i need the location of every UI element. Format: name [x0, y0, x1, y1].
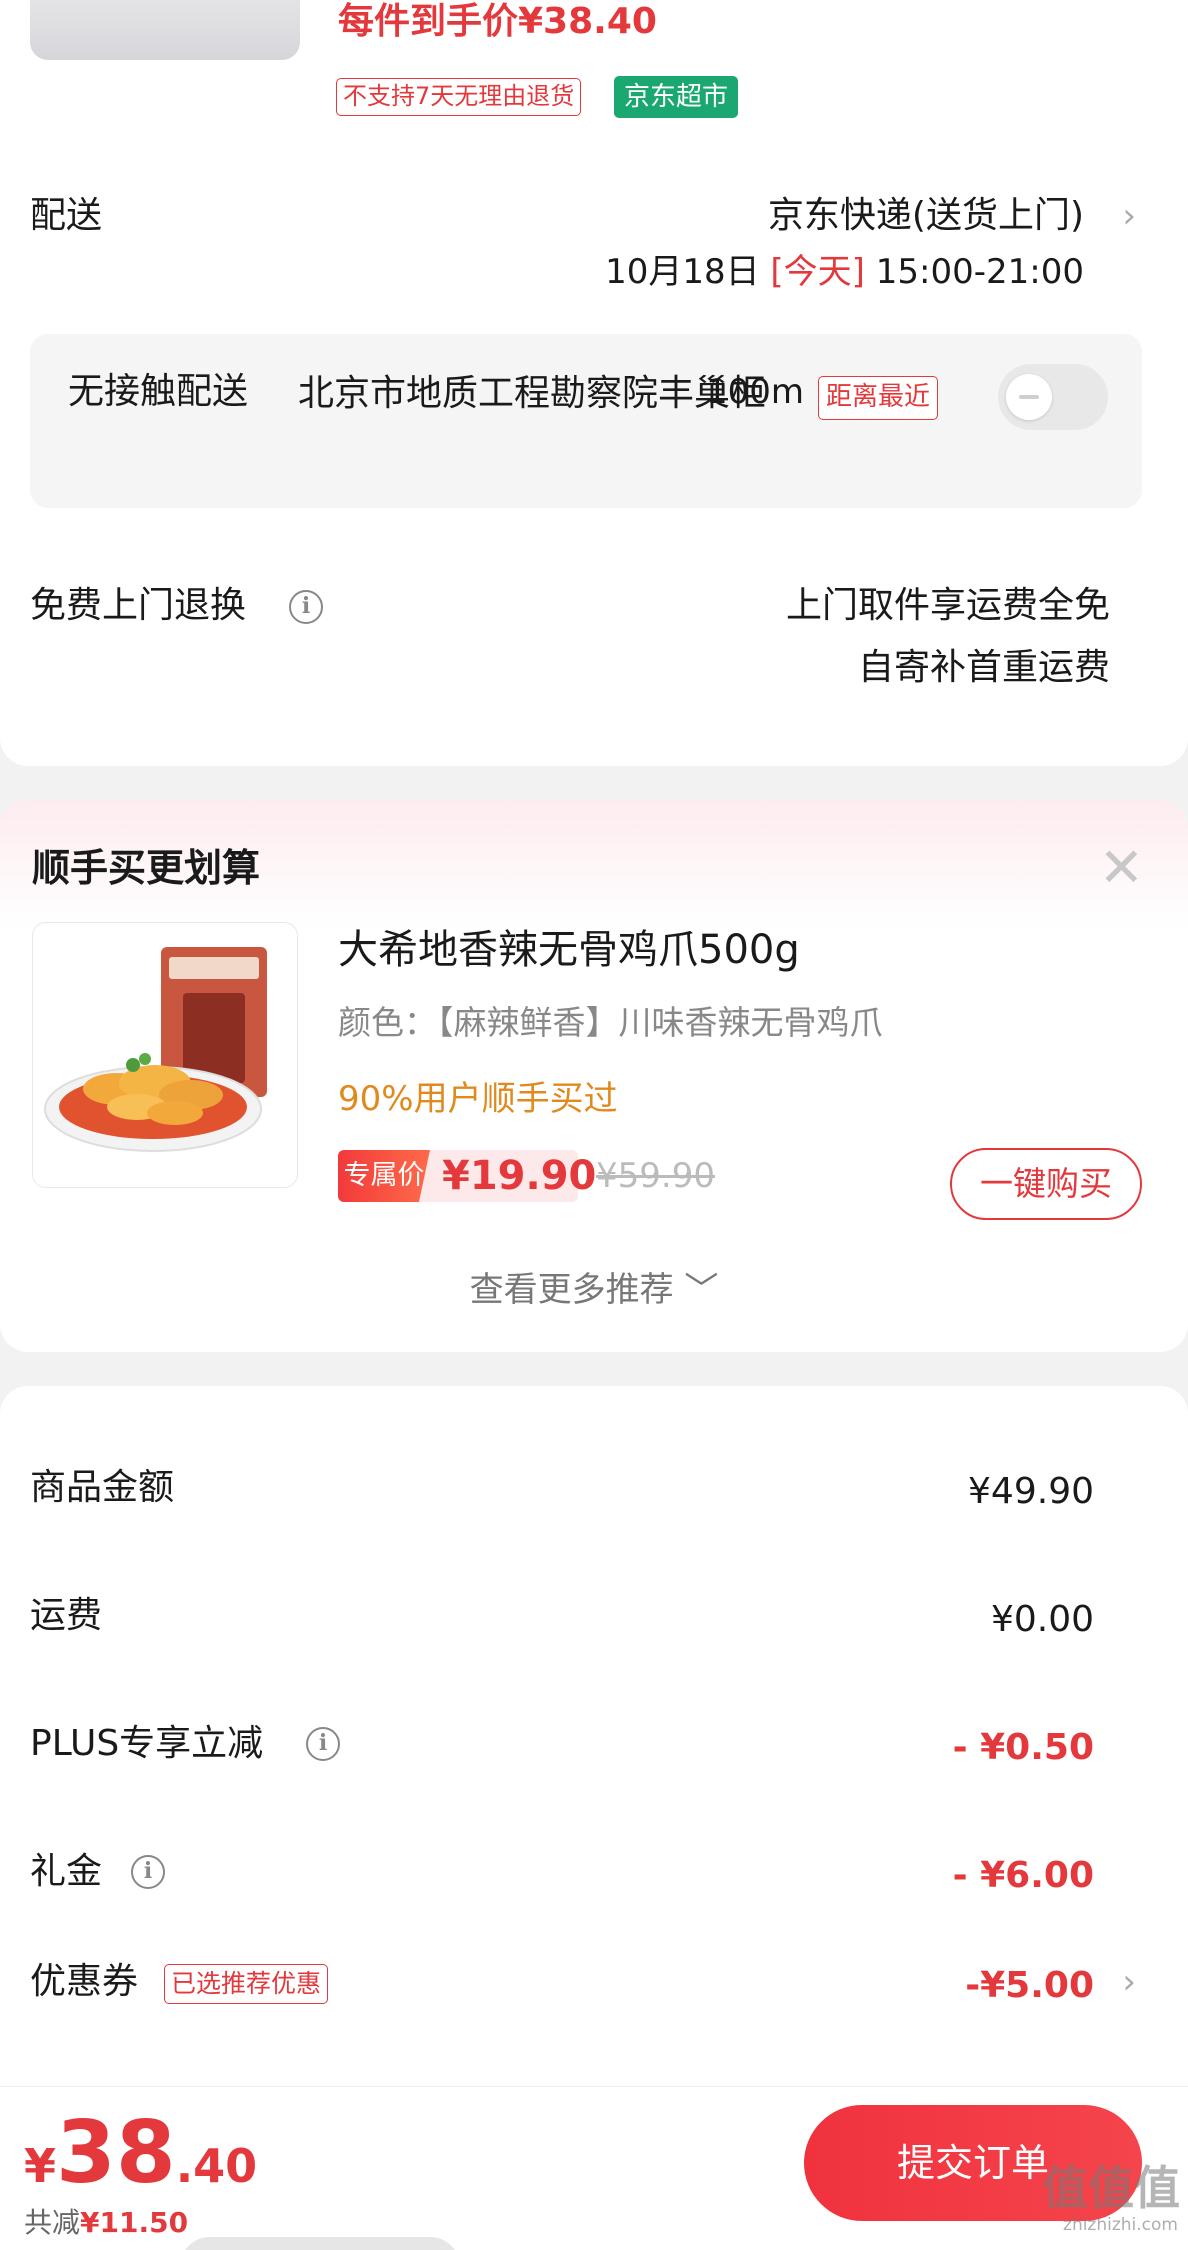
return-pickup-text: 上门取件享运费全免: [785, 585, 1110, 626]
summary-plus-label: PLUS专享立减: [30, 1723, 264, 1764]
return-self-ship-text: 自寄补首重运费: [857, 647, 1110, 688]
chicken-feet-image: [44, 947, 267, 1152]
summary-coupon-value[interactable]: -¥5.00: [965, 1962, 1094, 2010]
summary-shipping-label: 运费: [30, 1595, 103, 1636]
store-tag: 京东超市: [614, 76, 739, 118]
close-icon[interactable]: ✕: [1099, 841, 1144, 895]
summary-coupon-label[interactable]: 优惠券: [30, 1958, 138, 2006]
info-icon[interactable]: i: [131, 1855, 165, 1889]
summary-shipping-value: ¥0.00: [990, 1599, 1094, 1640]
summary-plus-value: - ¥0.50: [952, 1727, 1094, 1768]
checkout-bar: ¥38.40 共减¥11.50 提交订单 值值值 zhizhizhi.com: [0, 2086, 1188, 2250]
order-info-card: 每件到手价¥38.40 不支持7天无理由退货 京东超市 配送 京东快递(送货上门…: [0, 0, 1188, 766]
delivery-time[interactable]: 10月18日 [今天] 15:00-21:00: [605, 248, 1084, 296]
addon-social-proof: 90%用户顺手买过: [338, 1079, 618, 1119]
more-recommendations-link[interactable]: 查看更多推荐 ﹀: [0, 1266, 1188, 1314]
watermark: 值值值: [1042, 2161, 1180, 2215]
contactless-label: 无接触配送: [68, 371, 249, 412]
locker-distance: 100m: [706, 372, 805, 412]
addon-price-value: ¥19.90: [442, 1153, 597, 1199]
addon-product-spec: 颜色：【麻辣鲜香】川味香辣无骨鸡爪: [338, 1003, 883, 1042]
order-total: ¥38.40: [24, 2105, 257, 2201]
home-indicator: [180, 2237, 460, 2250]
summary-goods-value: ¥49.90: [968, 1471, 1094, 1512]
free-return-label: 免费上门退换: [30, 585, 247, 626]
addon-product-image[interactable]: [32, 922, 298, 1188]
delivery-today: [今天]: [770, 252, 865, 292]
addon-price: 专属价 ¥19.90: [338, 1150, 596, 1202]
toggle-knob: [1006, 374, 1052, 420]
chevron-right-icon[interactable]: ›: [1122, 192, 1136, 240]
delivery-label: 配送: [30, 195, 103, 236]
delivery-method[interactable]: 京东快递(送货上门): [768, 192, 1084, 240]
addon-title: 顺手买更划算: [32, 846, 261, 890]
saved-amount: ¥11.50: [80, 2206, 189, 2239]
price-summary-card: 商品金额 ¥49.90 运费 ¥0.00 PLUS专享立减 i - ¥0.50 …: [0, 1386, 1188, 2086]
delivery-window: 15:00-21:00: [864, 252, 1084, 292]
summary-goods-label: 商品金额: [30, 1467, 175, 1508]
total-saved: 共减¥11.50: [24, 2203, 188, 2243]
info-icon[interactable]: i: [306, 1727, 340, 1761]
total-integer: 38: [56, 2103, 176, 2203]
info-icon[interactable]: i: [289, 590, 323, 624]
addon-product-name[interactable]: 大希地香辣无骨鸡爪500g: [338, 922, 800, 978]
summary-gift-value: - ¥6.00: [952, 1855, 1094, 1896]
one-click-buy-button[interactable]: 一键购买: [950, 1148, 1142, 1220]
summary-gift-label: 礼金: [30, 1851, 103, 1892]
watermark-url: zhizhizhi.com: [1063, 2215, 1178, 2235]
unit-price: 每件到手价¥38.40: [338, 1, 657, 42]
contactless-toggle[interactable]: [998, 364, 1108, 430]
saved-label: 共减: [24, 2206, 81, 2239]
product-thumbnail[interactable]: [30, 0, 300, 60]
exclusive-price-tag: 专属价: [338, 1150, 430, 1202]
nearest-badge: 距离最近: [818, 376, 939, 420]
chevron-right-icon[interactable]: ›: [1122, 1958, 1136, 2006]
delivery-date: 10月18日: [605, 252, 771, 292]
total-decimal: .40: [175, 2139, 258, 2193]
contactless-delivery-panel: 无接触配送 北京市地质工程勘察院丰巢柜 100m 距离最近: [30, 334, 1142, 508]
coupon-selected-tag: 已选推荐优惠: [164, 1964, 329, 2004]
total-currency: ¥: [24, 2139, 57, 2193]
addon-original-price: ¥59.90: [596, 1156, 715, 1196]
addon-recommend-card: 顺手买更划算 ✕ 大希地香辣无骨鸡爪500g 颜色：【麻辣鲜香】川味香辣无骨鸡爪…: [0, 800, 1188, 1352]
no-return-tag: 不支持7天无理由退货: [336, 78, 582, 116]
